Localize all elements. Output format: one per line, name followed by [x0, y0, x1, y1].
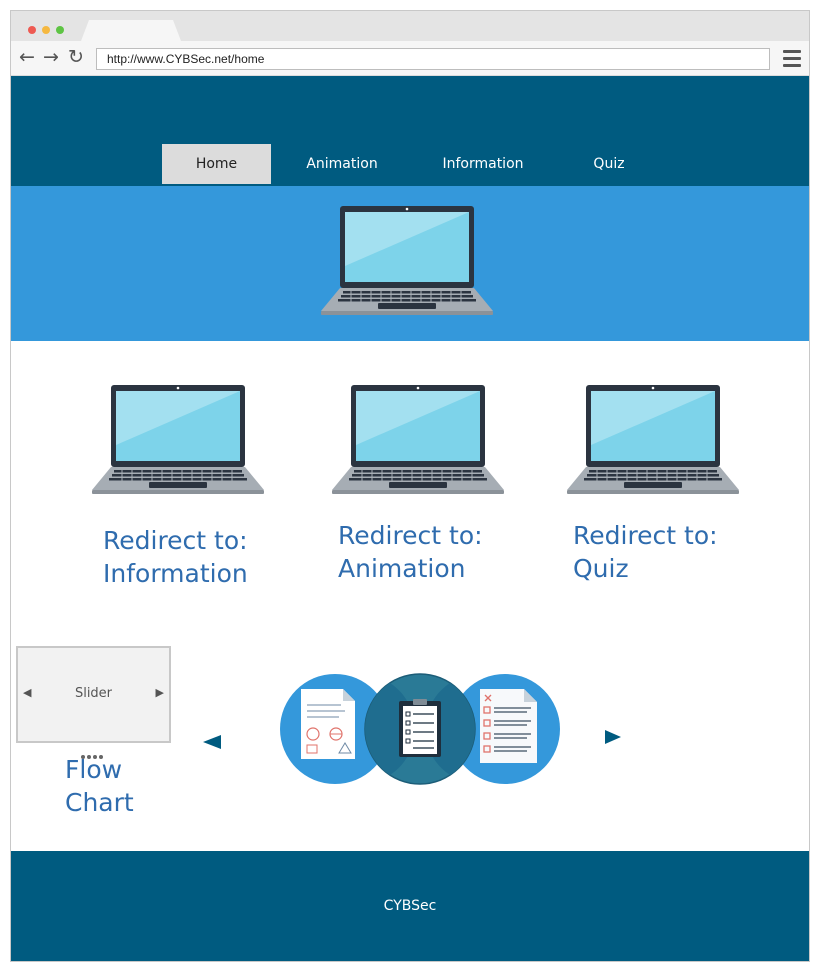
maximize-window-dot[interactable]: [56, 26, 64, 34]
site-footer: CYBSec: [11, 851, 809, 961]
site-header: Home Animation Information Quiz: [11, 76, 809, 186]
close-window-dot[interactable]: [28, 26, 36, 34]
slider-next-icon[interactable]: ▶: [156, 686, 164, 699]
address-bar[interactable]: http://www.CYBSec.net/home: [96, 48, 770, 70]
tab-bar: [11, 11, 809, 41]
nav-item-animation[interactable]: Animation: [291, 144, 393, 184]
browser-window: ← → ↻ http://www.CYBSec.net/home Home An…: [10, 10, 810, 962]
quiz-laptop-icon[interactable]: [567, 385, 739, 495]
forward-arrow-icon[interactable]: →: [43, 47, 59, 67]
reload-icon[interactable]: ↻: [68, 47, 84, 67]
animation-laptop-icon[interactable]: [332, 385, 504, 495]
hamburger-menu-icon[interactable]: [783, 50, 801, 71]
math-document-icon: [301, 689, 355, 759]
redirect-animation-link[interactable]: Redirect to: Animation: [338, 519, 483, 585]
hero-laptop-icon: [321, 206, 493, 316]
slider-label: Slider: [74, 686, 113, 701]
redirect-information-link[interactable]: Redirect to: Information: [103, 524, 248, 590]
minimize-window-dot[interactable]: [42, 26, 50, 34]
information-laptop-icon[interactable]: [92, 385, 264, 495]
nav-item-information[interactable]: Information: [431, 144, 535, 184]
checklist-document-icon: [480, 689, 537, 763]
nav-item-quiz[interactable]: Quiz: [571, 144, 647, 184]
flow-chart-label: Flow Chart: [65, 755, 134, 817]
hero-banner: [11, 186, 809, 341]
clipboard-icon: [399, 699, 441, 757]
back-arrow-icon[interactable]: ←: [19, 47, 35, 67]
flow-chart-graphic: [280, 673, 560, 785]
carousel-prev-arrow-icon[interactable]: [201, 733, 223, 751]
browser-tab[interactable]: [81, 20, 181, 41]
redirect-quiz-link[interactable]: Redirect to: Quiz: [573, 519, 718, 585]
slider-widget[interactable]: ◀ Slider ▶: [16, 646, 171, 743]
browser-toolbar: ← → ↻ http://www.CYBSec.net/home: [11, 41, 809, 76]
carousel-next-arrow-icon[interactable]: [603, 728, 623, 746]
footer-brand: CYBSec: [383, 898, 437, 914]
nav-item-home[interactable]: Home: [162, 144, 271, 184]
